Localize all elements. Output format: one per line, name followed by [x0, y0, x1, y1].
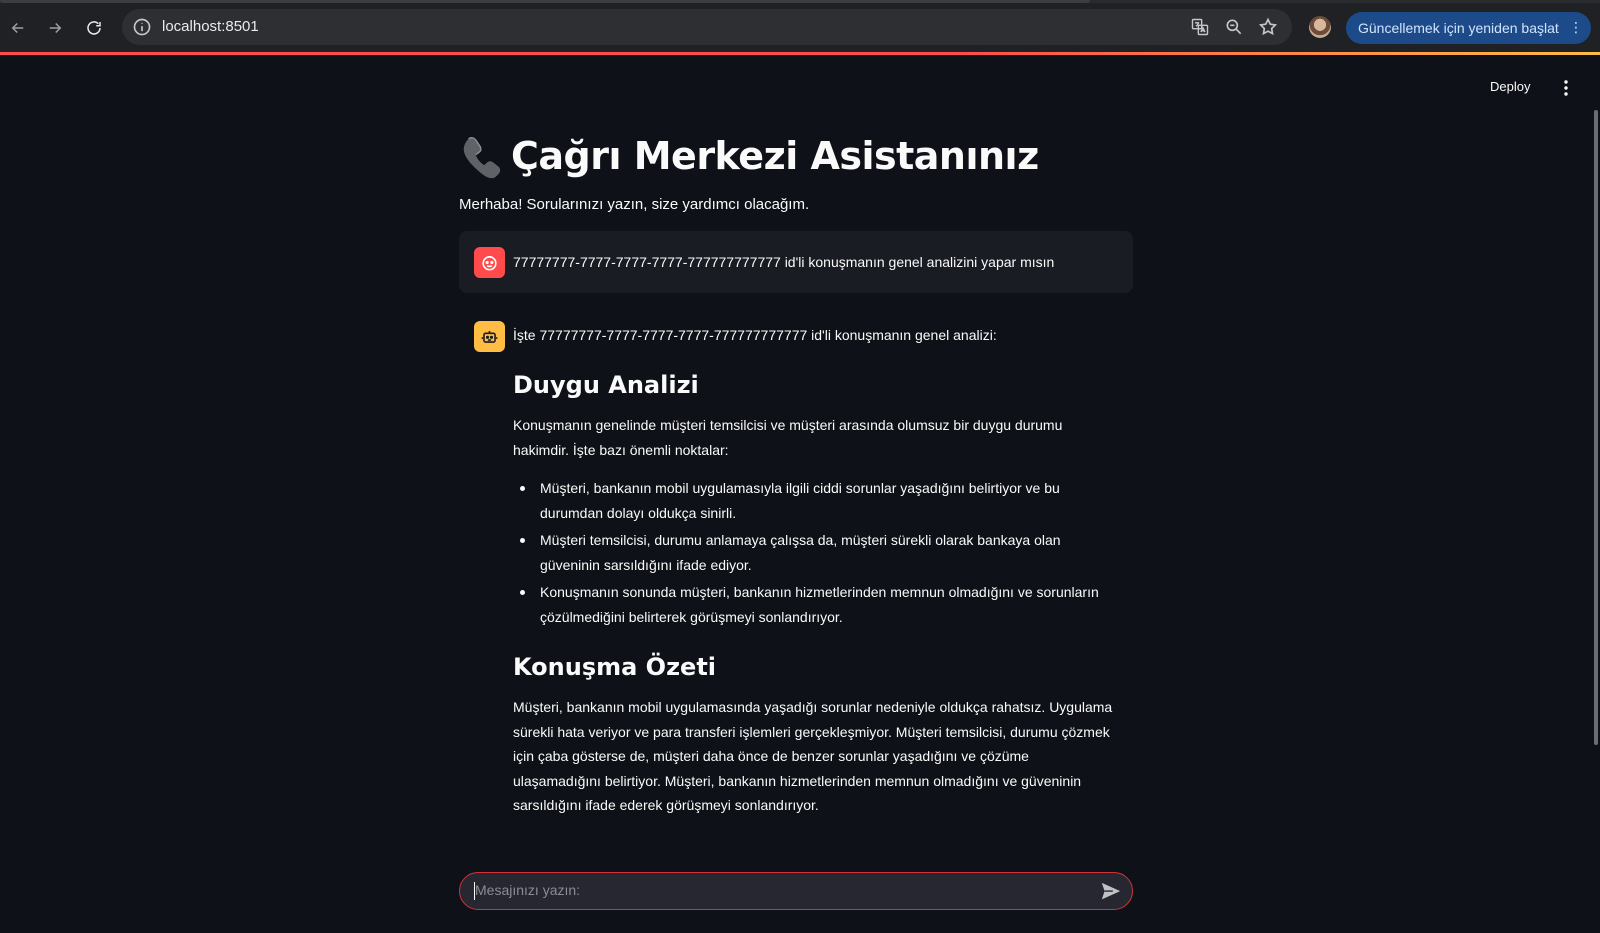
back-icon[interactable] — [7, 17, 29, 39]
main-content: Çağrı Merkezi Asistanınız Merhaba! Sorul… — [459, 120, 1133, 818]
face-icon — [474, 246, 505, 278]
assistant-intro-text: İşte 77777777-7777-7777-7777-77777777777… — [513, 327, 997, 343]
sentiment-paragraph: Konuşmanın genelinde müşteri temsilcisi … — [513, 417, 1063, 458]
translate-icon[interactable] — [1190, 17, 1210, 37]
assistant-message-body: İşte 77777777-7777-7777-7777-77777777777… — [513, 321, 1133, 818]
streamlit-decoration-bar — [0, 52, 1600, 55]
browser-toolbar: localhost:8501 Güncellemek için yeniden … — [0, 0, 1600, 54]
intro-text: Merhaba! Sorularınızı yazın, size yardım… — [459, 196, 810, 213]
page-title-text: Çağrı Merkezi Asistanınız — [511, 134, 1039, 178]
chat-message-input[interactable] — [475, 882, 1065, 898]
bookmark-star-icon[interactable] — [1258, 17, 1278, 37]
page-title: Çağrı Merkezi Asistanınız — [459, 120, 1133, 192]
url-text[interactable]: localhost:8501 — [162, 18, 259, 35]
list-item: Konuşmanın sonunda müşteri, bankanın hiz… — [513, 580, 1113, 629]
robot-icon — [474, 321, 505, 352]
profile-avatar[interactable] — [1309, 16, 1331, 38]
assistant-chat-message: İşte 77777777-7777-7777-7777-77777777777… — [459, 321, 1133, 818]
active-tab-indicator — [0, 0, 1090, 3]
page-scrollbar[interactable] — [1594, 110, 1598, 745]
chrome-menu-icon[interactable]: ⋮ — [1569, 19, 1583, 36]
site-info-icon[interactable] — [132, 17, 152, 37]
address-bar[interactable]: localhost:8501 — [122, 9, 1292, 45]
summary-paragraph: Müşteri, bankanın mobil uygulamasında ya… — [513, 699, 1113, 813]
user-message-text: 77777777-7777-7777-7777-777777777777 id'… — [513, 254, 1055, 270]
update-restart-label: Güncellemek için yeniden başlat — [1358, 20, 1559, 36]
section-heading-sentiment: Duygu Analizi — [513, 371, 699, 399]
chat-input-container[interactable] — [459, 872, 1133, 910]
zoom-icon[interactable] — [1224, 17, 1244, 37]
telephone-receiver-icon — [463, 137, 501, 179]
update-restart-button[interactable]: Güncellemek için yeniden başlat ⋮ — [1346, 12, 1591, 44]
send-icon[interactable] — [1100, 881, 1122, 901]
reload-icon[interactable] — [83, 17, 105, 39]
main-menu-icon[interactable] — [1558, 78, 1574, 98]
deploy-button[interactable]: Deploy — [1490, 79, 1530, 94]
forward-icon[interactable] — [44, 17, 66, 39]
list-item: Müşteri, bankanın mobil uygulamasıyla il… — [513, 476, 1113, 525]
user-chat-message: 77777777-7777-7777-7777-777777777777 id'… — [459, 231, 1133, 293]
sentiment-bullet-list: Müşteri, bankanın mobil uygulamasıyla il… — [513, 476, 1133, 629]
section-heading-summary: Konuşma Özeti — [513, 653, 717, 681]
list-item: Müşteri temsilcisi, durumu anlamaya çalı… — [513, 528, 1113, 577]
